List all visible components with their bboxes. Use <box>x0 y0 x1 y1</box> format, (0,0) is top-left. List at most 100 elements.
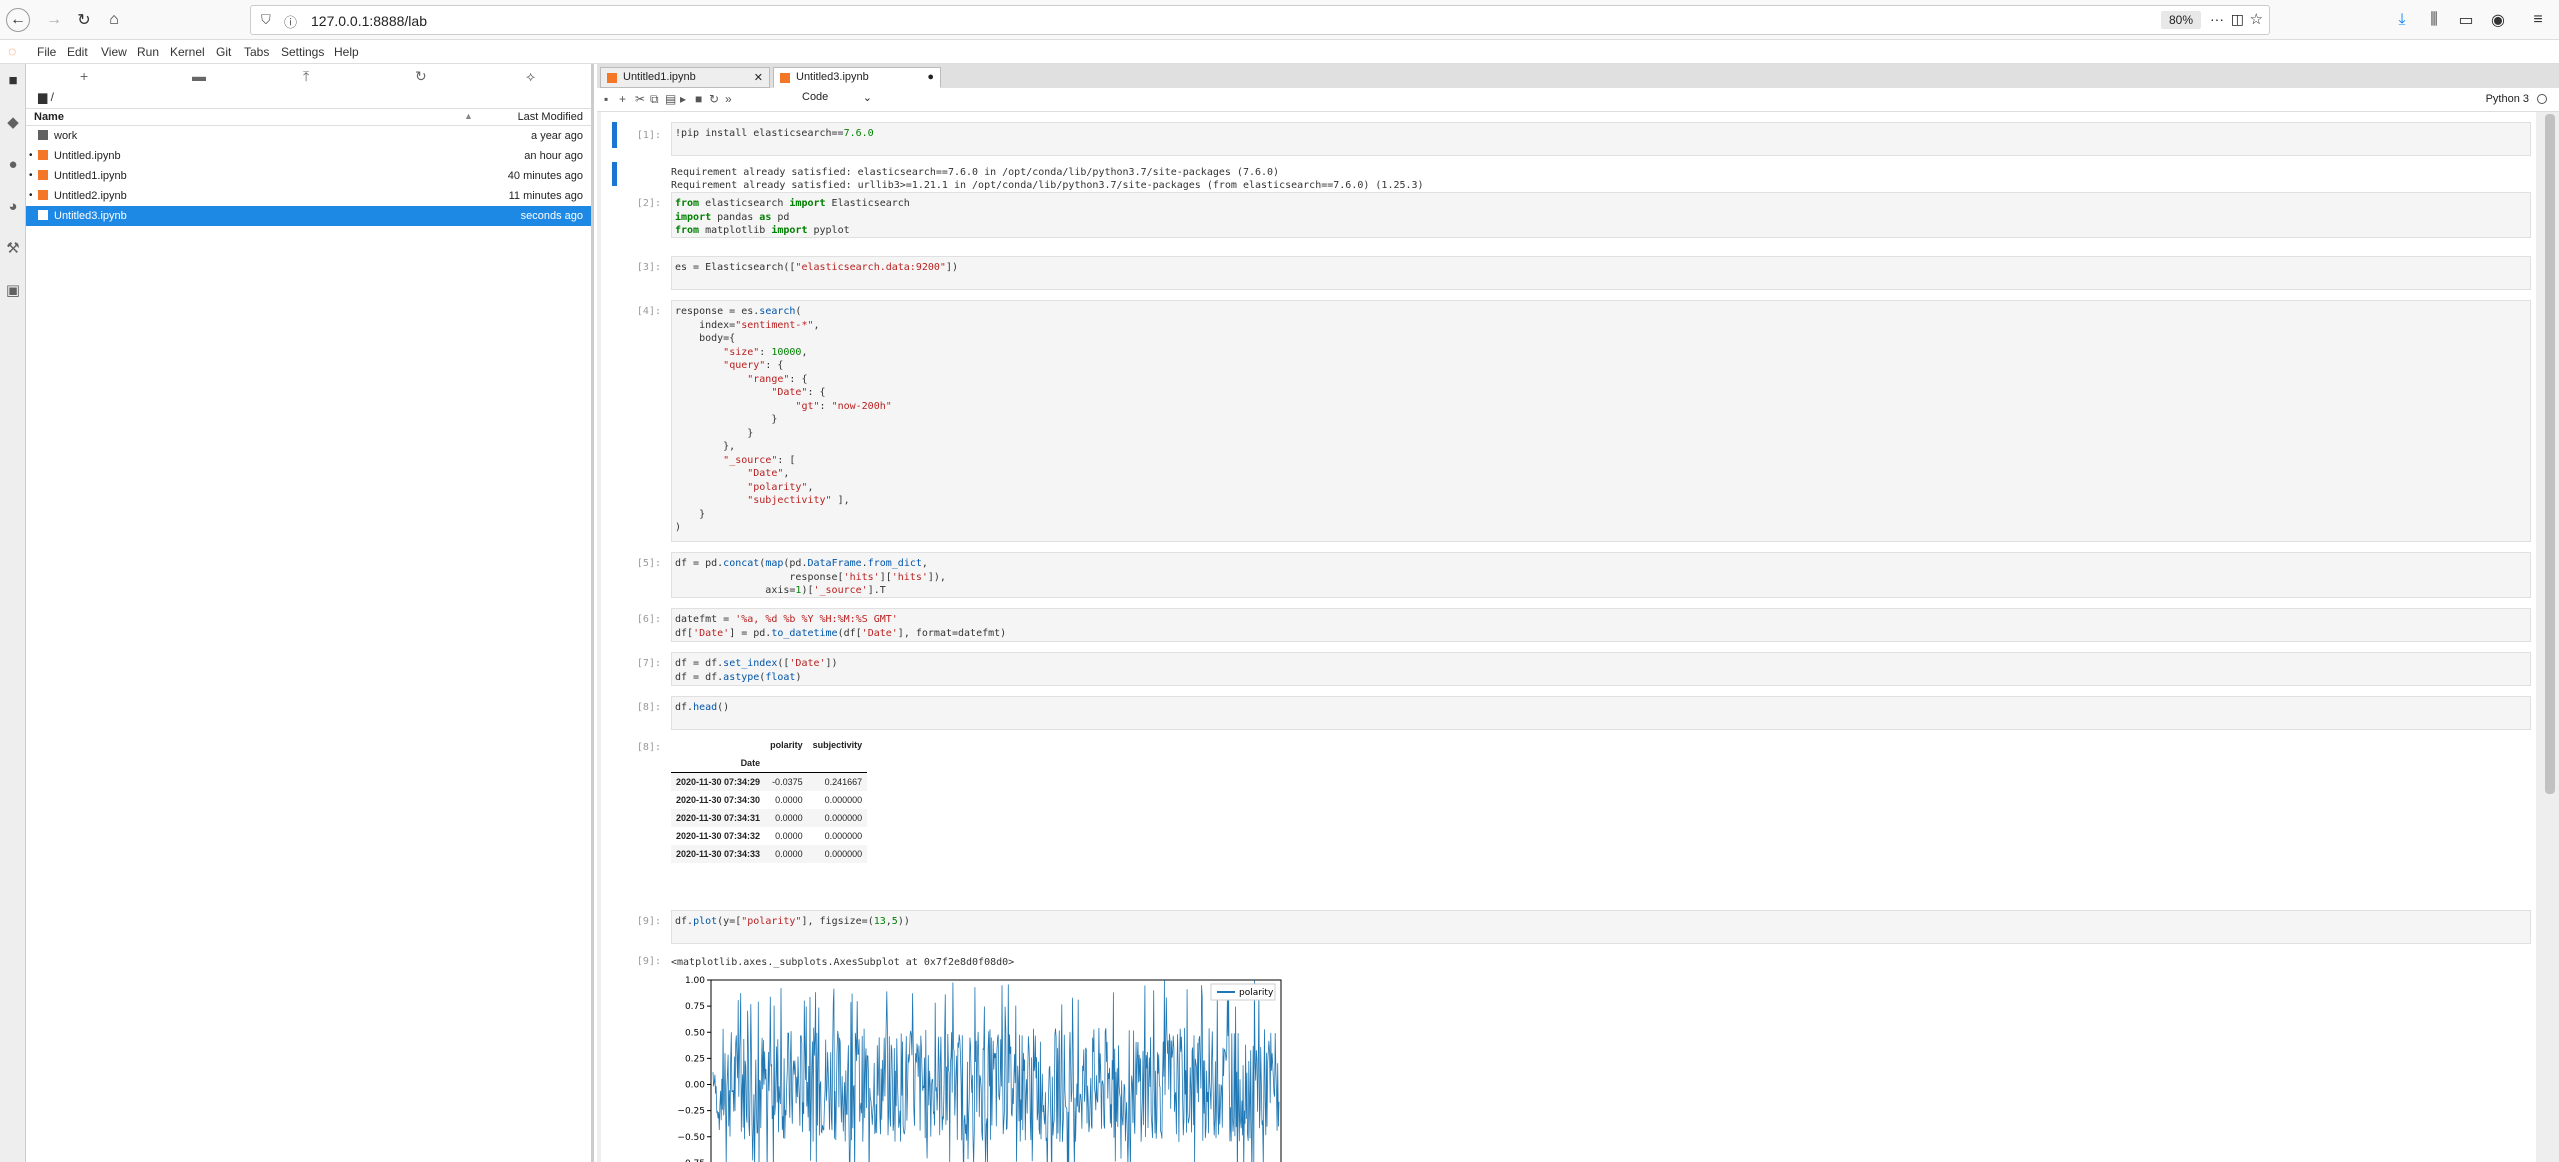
file-modified: 11 minutes ago <box>508 190 583 202</box>
running-dot-icon: • <box>29 190 33 201</box>
cell-editor[interactable]: df.head() <box>671 696 2531 730</box>
sidebar-icon[interactable]: ▭ <box>2454 8 2478 32</box>
running-icon[interactable]: ● <box>4 156 22 174</box>
cell-editor[interactable]: datefmt = '%a, %d %b %Y %H:%M:%S GMT' df… <box>671 608 2531 642</box>
unsaved-dot-icon[interactable]: ● <box>927 71 934 83</box>
menu-edit[interactable]: Edit <box>67 45 88 59</box>
menu-settings[interactable]: Settings <box>281 45 324 59</box>
close-icon[interactable]: ✕ <box>754 71 763 84</box>
menu-file[interactable]: File <box>37 45 56 59</box>
zoom-level[interactable]: 80% <box>2160 11 2201 29</box>
cell-editor[interactable]: from elasticsearch import Elasticsearch … <box>671 192 2531 238</box>
library-icon[interactable]: ⫼ <box>2422 8 2446 32</box>
download-icon[interactable]: ⤓ <box>2390 8 2414 32</box>
column-name[interactable]: Name <box>34 111 64 123</box>
notebook-icon <box>38 170 48 180</box>
cell-editor[interactable]: df.plot(y=["polarity"], figsize=(13,5)) <box>671 910 2531 944</box>
column-last-modified[interactable]: Last Modified <box>518 111 583 123</box>
cell-value: 0.0000 <box>775 849 803 859</box>
new-folder-icon[interactable]: ▬ <box>192 68 206 84</box>
cell-value: -0.0375 <box>772 777 803 787</box>
cell-editor[interactable]: es = Elasticsearch(["elasticsearch.data:… <box>671 256 2531 290</box>
wrench-icon[interactable]: ⚒ <box>4 240 22 258</box>
menu-git[interactable]: Git <box>216 45 231 59</box>
bookmark-star-icon[interactable]: ☆ <box>2250 10 2263 28</box>
upload-icon[interactable]: ⤒ <box>303 68 309 85</box>
breadcrumb-root[interactable]: / <box>51 90 54 104</box>
chevron-down-icon: ⌄ <box>862 92 872 104</box>
menu-kernel[interactable]: Kernel <box>170 45 205 59</box>
stop-icon[interactable]: ■ <box>695 92 702 106</box>
restart-icon[interactable]: ↻ <box>709 92 719 106</box>
notebook-icon <box>38 190 48 200</box>
notebook-tab-icon <box>780 73 790 83</box>
table-row: 2020-11-30 07:34:30 0.0000 0.000000 <box>671 791 867 809</box>
file-item-untitled3[interactable]: Untitled3.ipynb seconds ago <box>26 206 591 226</box>
tab-untitled3[interactable]: Untitled3.ipynb ● <box>773 67 941 88</box>
git-icon[interactable]: ◆ <box>4 114 22 132</box>
save-icon[interactable]: ▪ <box>604 92 608 106</box>
fast-forward-icon[interactable]: » <box>725 92 732 106</box>
pocket-icon[interactable]: ◫ <box>2231 11 2244 28</box>
more-icon[interactable]: ··· <box>2210 11 2224 27</box>
file-item-untitled1[interactable]: • Untitled1.ipynb 40 minutes ago <box>26 166 591 186</box>
cell-value: 0.000000 <box>824 849 863 859</box>
cell-value: 0.241667 <box>824 777 863 787</box>
menu-icon[interactable]: ≡ <box>2526 8 2550 32</box>
forward-icon[interactable]: → <box>42 8 66 32</box>
tab-untitled1[interactable]: Untitled1.ipynb ✕ <box>600 67 770 88</box>
file-name: Untitled1.ipynb <box>54 170 127 182</box>
input-prompt: [1]: <box>636 130 661 141</box>
refresh-icon[interactable]: ↻ <box>415 68 427 85</box>
run-icon[interactable]: ▸ <box>680 92 686 106</box>
menu-help[interactable]: Help <box>334 45 359 59</box>
account-icon[interactable]: ◉ <box>2486 8 2510 32</box>
insert-cell-icon[interactable]: + <box>619 92 626 106</box>
scrollbar[interactable] <box>2545 114 2555 794</box>
new-launcher-icon[interactable]: + <box>80 68 88 84</box>
input-prompt: [4]: <box>636 306 661 317</box>
output-collapser[interactable] <box>612 162 617 186</box>
cell-value: 0.0000 <box>775 795 803 805</box>
kernel-name[interactable]: Python 3 <box>2486 93 2529 105</box>
menubar: ◌ File Edit View Run Kernel Git Tabs Set… <box>0 40 2559 64</box>
info-icon: ⓘ <box>284 15 298 30</box>
menu-tabs[interactable]: Tabs <box>244 45 269 59</box>
file-name: Untitled2.ipynb <box>54 190 127 202</box>
breadcrumb[interactable]: ▆ / <box>26 90 591 108</box>
cell-value: 0.000000 <box>824 813 863 823</box>
paste-icon[interactable]: ▤ <box>665 92 676 106</box>
menu-run[interactable]: Run <box>137 45 159 59</box>
palette-icon[interactable]: ◕ <box>4 198 22 216</box>
browser-toolbar: ← → ↻ ⌂ ⛉ ⓘ 127.0.0.1:8888/lab 80% ··· ◫… <box>0 0 2559 40</box>
cell-editor[interactable]: response = es.search( index="sentiment-*… <box>671 300 2531 542</box>
file-name: Untitled.ipynb <box>54 150 121 162</box>
url-text: 127.0.0.1:8888/lab <box>311 13 427 29</box>
kernel-status-icon <box>2537 94 2547 104</box>
tabs-icon[interactable]: ▣ <box>4 282 22 300</box>
cut-icon[interactable]: ✂ <box>635 92 645 106</box>
reload-icon[interactable]: ↻ <box>72 8 96 32</box>
y-tick-label: 0.50 <box>685 1028 705 1038</box>
copy-icon[interactable]: ⧉ <box>650 92 659 107</box>
cell-editor[interactable]: df = pd.concat(map(pd.DataFrame.from_dic… <box>671 552 2531 598</box>
sort-caret-icon: ▲ <box>464 111 473 121</box>
url-bar[interactable]: ⛉ ⓘ 127.0.0.1:8888/lab 80% ··· ◫ ☆ <box>250 5 2270 35</box>
home-icon[interactable]: ⌂ <box>102 8 126 32</box>
row-index: 2020-11-30 07:34:30 <box>676 795 761 805</box>
cell-type-value: Code <box>802 91 829 103</box>
git-clone-icon[interactable]: ⟡ <box>526 68 535 85</box>
folder-icon[interactable]: ■ <box>4 72 22 90</box>
file-item-untitled[interactable]: • Untitled.ipynb an hour ago <box>26 146 591 166</box>
file-list-header: Name ▲ Last Modified <box>26 108 591 126</box>
cell-editor[interactable]: !pip install elasticsearch==7.6.0 <box>671 122 2531 156</box>
file-item-untitled2[interactable]: • Untitled2.ipynb 11 minutes ago <box>26 186 591 206</box>
menu-view[interactable]: View <box>101 45 127 59</box>
back-icon[interactable]: ← <box>6 8 30 32</box>
cell-value: 0.000000 <box>824 831 863 841</box>
cell-type-select[interactable]: Code ⌄ <box>802 91 872 109</box>
file-item-work[interactable]: work a year ago <box>26 126 591 146</box>
cell-editor[interactable]: df = df.set_index(['Date']) df = df.asty… <box>671 652 2531 686</box>
folder-crumb-icon[interactable]: ▆ <box>38 90 47 104</box>
row-index: 2020-11-30 07:34:29 <box>676 777 761 787</box>
